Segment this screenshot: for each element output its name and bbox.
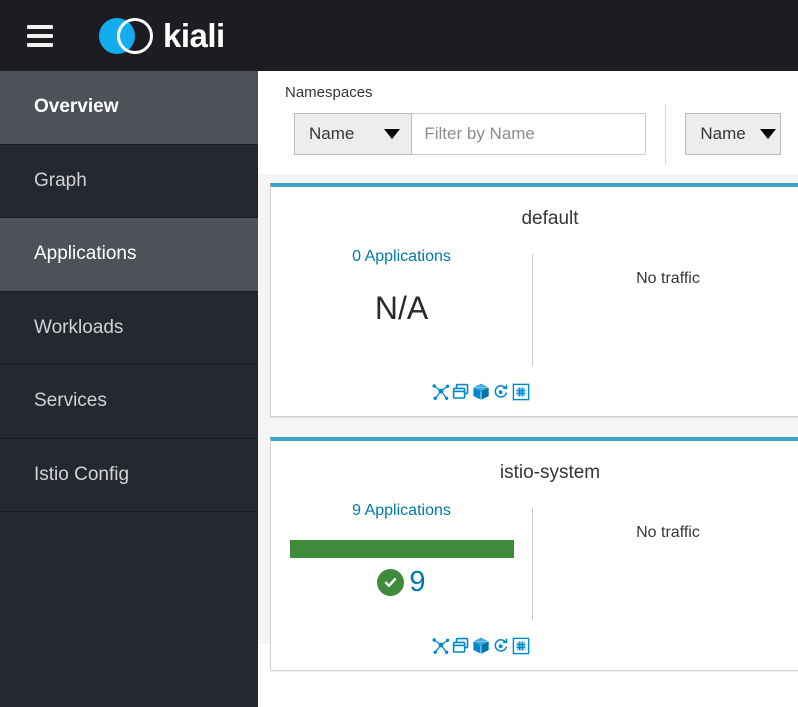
- applications-link[interactable]: 9 Applications: [271, 502, 532, 520]
- workloads-cube-icon[interactable]: [471, 382, 491, 402]
- card-body: 9 Applications 9 No traffic: [271, 484, 798, 654]
- health-column: 9 Applications 9: [271, 502, 532, 599]
- sidebar-item-label: Workloads: [34, 316, 124, 338]
- chevron-down-icon: [759, 129, 776, 139]
- applications-icon[interactable]: [451, 382, 471, 402]
- logo-ring: [117, 17, 153, 54]
- namespace-name: default: [521, 208, 579, 229]
- kiali-app: kiali Overview Graph Applications Worklo…: [0, 0, 798, 707]
- sort-select[interactable]: Name: [685, 113, 781, 155]
- brand[interactable]: kiali: [99, 15, 225, 57]
- filter-type-value: Name: [309, 124, 355, 143]
- kiali-logo-icon: [99, 15, 161, 57]
- applications-link[interactable]: 0 Applications: [271, 248, 532, 266]
- hamburger-bar: [27, 42, 53, 47]
- health-column: 0 Applications N/A: [271, 248, 532, 327]
- sort-select-value: Name: [700, 124, 746, 143]
- hamburger-bar: [27, 24, 53, 29]
- card-action-icons: [271, 636, 671, 656]
- hamburger-bar: [27, 33, 53, 38]
- sidebar-item-overview[interactable]: Overview: [0, 71, 258, 145]
- check-circle-icon: [377, 569, 405, 596]
- healthy-count: 9: [409, 566, 426, 598]
- sidebar-item-workloads[interactable]: Workloads: [0, 292, 258, 365]
- chevron-down-icon: [384, 129, 401, 139]
- sidebar-item-label: Applications: [34, 243, 137, 265]
- sidebar-item-label: Overview: [34, 96, 119, 118]
- sidebar-item-graph[interactable]: Graph: [0, 145, 258, 218]
- applications-icon[interactable]: [451, 636, 471, 656]
- sidebar-item-label: Graph: [34, 169, 87, 191]
- sidebar-filler: [0, 512, 258, 707]
- namespace-card[interactable]: default 0 Applications N/A No traffic: [270, 183, 798, 417]
- sidebar-item-label: Istio Config: [34, 463, 130, 485]
- health-summary: 9: [271, 566, 532, 599]
- traffic-status: No traffic: [636, 270, 700, 287]
- card-body: 0 Applications N/A No traffic: [271, 230, 798, 400]
- health-value: N/A: [374, 290, 429, 326]
- sidebar: Overview Graph Applications Workloads Se…: [0, 71, 258, 707]
- main-content: Namespaces Name Name default 0 Applicati…: [258, 71, 798, 707]
- graph-topology-icon[interactable]: [431, 382, 451, 402]
- filter-type-select[interactable]: Name: [294, 113, 413, 155]
- sidebar-item-label: Services: [34, 390, 107, 412]
- filter-by-name-input[interactable]: [412, 113, 647, 155]
- masthead: kiali: [0, 0, 798, 71]
- toolbar-divider: [665, 104, 667, 164]
- services-icon[interactable]: [491, 382, 511, 402]
- sidebar-item-services[interactable]: Services: [0, 365, 258, 439]
- traffic-status: No traffic: [636, 524, 700, 541]
- namespace-card[interactable]: istio-system 9 Applications 9 No traffic: [270, 437, 798, 671]
- filter-toolbar: Name Name: [294, 104, 798, 164]
- istio-config-icon[interactable]: [511, 382, 531, 402]
- services-icon[interactable]: [491, 636, 511, 656]
- card-action-icons: [271, 382, 671, 402]
- hamburger-menu-icon[interactable]: [27, 24, 53, 47]
- page-title: Namespaces: [285, 84, 373, 101]
- namespace-cards: default 0 Applications N/A No traffic is…: [258, 174, 798, 671]
- workloads-cube-icon[interactable]: [471, 636, 491, 656]
- sidebar-item-applications[interactable]: Applications: [0, 218, 258, 292]
- graph-topology-icon[interactable]: [431, 636, 451, 656]
- brand-name: kiali: [163, 16, 225, 54]
- health-bar: [289, 540, 514, 558]
- istio-config-icon[interactable]: [511, 636, 531, 656]
- namespace-name: istio-system: [499, 462, 601, 483]
- sidebar-item-istio-config[interactable]: Istio Config: [0, 439, 258, 512]
